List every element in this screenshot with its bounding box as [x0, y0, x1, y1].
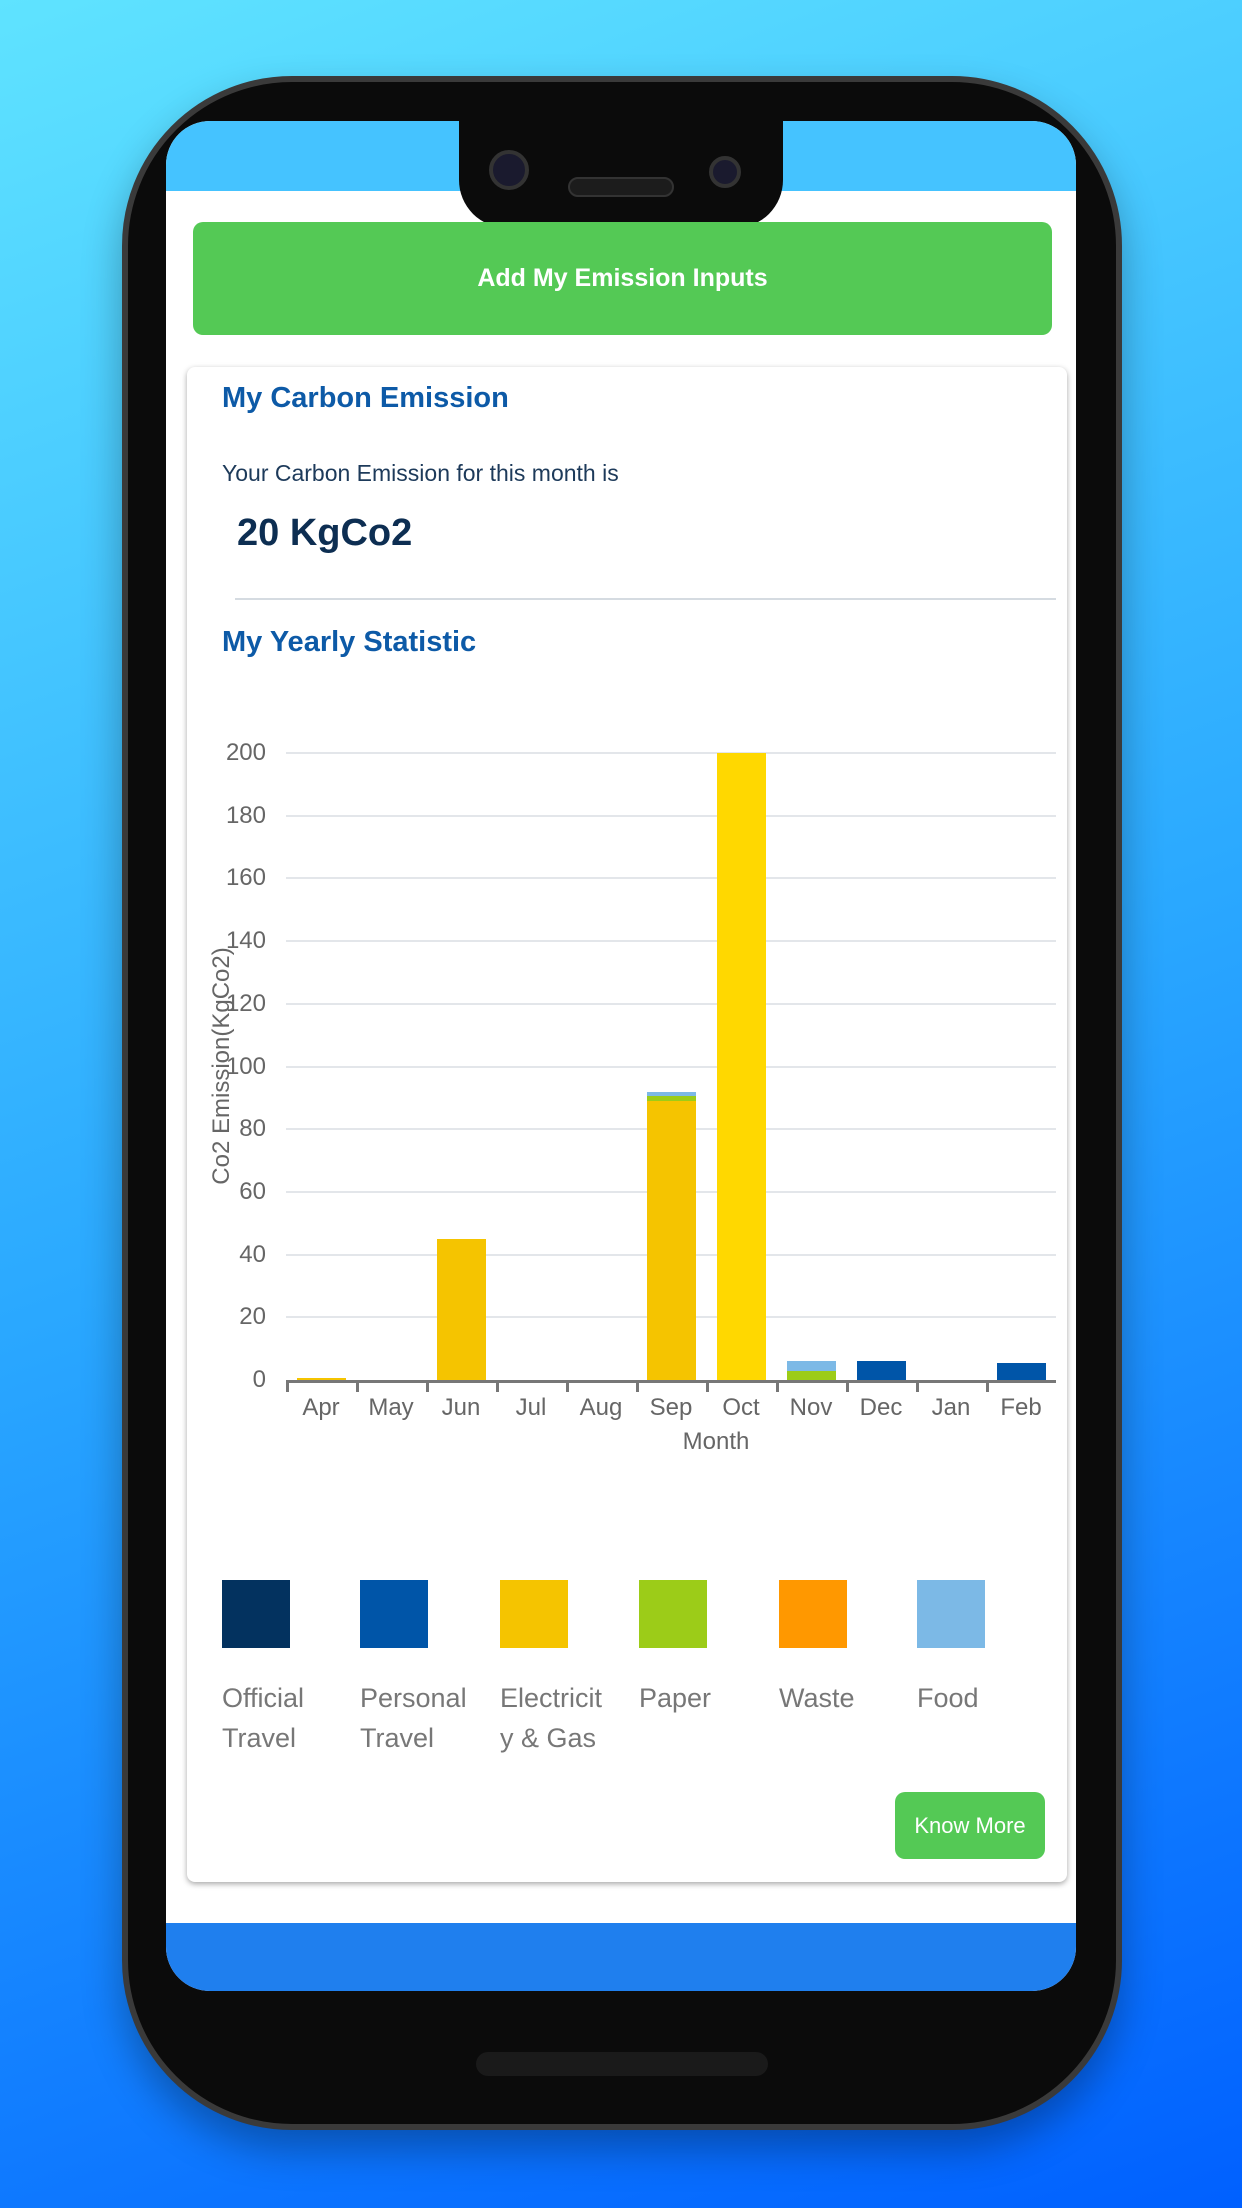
- x-tick-label: Apr: [302, 1394, 340, 1421]
- bar-segment: [646, 1100, 696, 1380]
- know-more-button[interactable]: Know More: [895, 1792, 1045, 1859]
- y-tick-label: 20: [239, 1303, 266, 1331]
- legend-label: Official: [222, 1683, 305, 1713]
- x-tick-label: Jul: [515, 1394, 547, 1421]
- camera-icon: [489, 150, 529, 190]
- legend-swatch[interactable]: [500, 1580, 568, 1648]
- bar-segment: [646, 1096, 696, 1101]
- legend-swatch[interactable]: [779, 1580, 847, 1648]
- gridline: [286, 1065, 1056, 1068]
- legend-swatch[interactable]: [222, 1580, 290, 1648]
- add-emission-inputs-button[interactable]: Add My Emission Inputs: [193, 222, 1052, 335]
- legend-label: Food: [917, 1683, 979, 1713]
- legend-label: Travel: [360, 1723, 435, 1753]
- legend-label: y & Gas: [500, 1723, 597, 1753]
- x-tick-label: Dec: [859, 1394, 903, 1421]
- carbon-value: 20 KgCo2: [237, 512, 413, 554]
- legend-label: Travel: [222, 1723, 297, 1753]
- y-tick-label: 0: [252, 1366, 266, 1393]
- gridline: [286, 1002, 1056, 1005]
- carbon-title: My Carbon Emission: [222, 382, 509, 414]
- legend-label: Waste: [779, 1683, 855, 1713]
- x-tick-label: Jan: [931, 1394, 971, 1421]
- x-tick-label: Nov: [789, 1394, 833, 1421]
- gridline: [286, 877, 1056, 880]
- bottom-bar: [166, 1923, 1076, 1991]
- y-tick-label: 40: [239, 1240, 266, 1268]
- legend-label: Paper: [639, 1683, 712, 1713]
- bar-segment: [646, 1091, 696, 1097]
- bar-segment: [996, 1362, 1046, 1380]
- x-tick-label: Aug: [579, 1394, 623, 1421]
- speaker: [568, 177, 674, 197]
- gridline: [286, 940, 1056, 943]
- x-axis-label: Month: [682, 1428, 750, 1455]
- legend-label: Personal: [360, 1683, 467, 1713]
- x-tick-label: May: [368, 1394, 414, 1421]
- sensor-icon: [709, 156, 741, 188]
- bar-segment: [786, 1361, 836, 1371]
- legend-swatch[interactable]: [917, 1580, 985, 1648]
- x-tick-label: Sep: [649, 1394, 693, 1421]
- gridline: [286, 752, 1056, 754]
- x-axis-line: [286, 1380, 1056, 1383]
- x-tick-label: Oct: [722, 1394, 760, 1421]
- divider: [235, 598, 1056, 600]
- legend-label: Electricit: [500, 1683, 603, 1713]
- legend-swatch[interactable]: [360, 1580, 428, 1648]
- carbon-card: [187, 367, 1067, 1882]
- legend-swatch[interactable]: [639, 1580, 707, 1648]
- notch: [459, 100, 783, 228]
- carbon-subtitle: Your Carbon Emission for this month is: [222, 460, 619, 486]
- y-axis-label: Co2 Emission(KgCo2): [208, 947, 235, 1185]
- bar-segment: [716, 753, 766, 1380]
- bar-segment: [856, 1361, 906, 1380]
- y-tick-label: 200: [225, 739, 266, 766]
- gridline: [286, 814, 1056, 817]
- yearly-title: My Yearly Statistic: [222, 626, 477, 658]
- x-tick-label: Jun: [441, 1394, 481, 1421]
- home-indicator: [476, 2052, 768, 2076]
- x-tick-label: Feb: [1000, 1394, 1042, 1421]
- bar-segment: [786, 1370, 836, 1380]
- bar-segment: [436, 1238, 486, 1380]
- y-tick-label: 180: [225, 801, 266, 829]
- y-tick-label: 160: [225, 864, 266, 892]
